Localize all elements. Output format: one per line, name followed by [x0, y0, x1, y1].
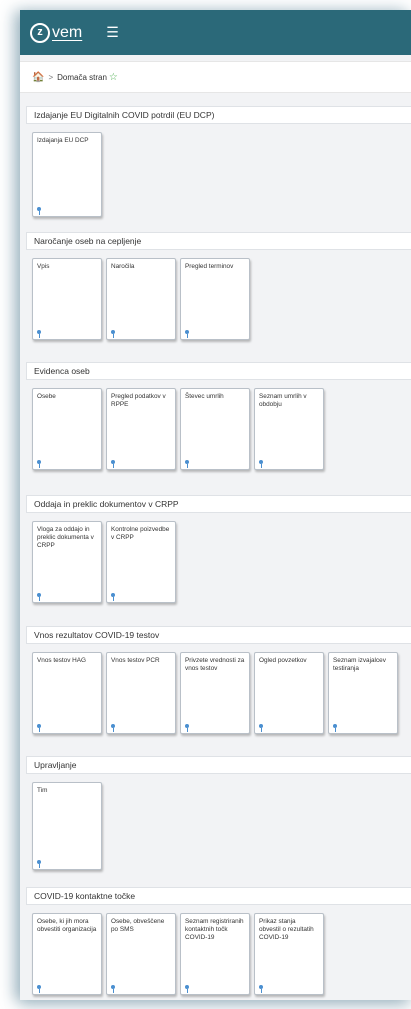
tile[interactable]: Tim	[32, 782, 102, 870]
tile-label: Vnos testov PCR	[111, 657, 160, 664]
tile-label: Vpis	[37, 263, 50, 270]
tile[interactable]: Naročila	[106, 258, 176, 340]
app-frame: z vem ☰ 🏠 > Domača stran ☆ Izdajanje EU …	[20, 10, 411, 1000]
hamburger-icon[interactable]: ☰	[106, 24, 119, 41]
pin-icon	[111, 460, 115, 468]
pin-icon	[185, 985, 189, 993]
section-eu-dcp: Izdajanje EU Digitalnih COVID potrdil (E…	[26, 106, 411, 217]
tile[interactable]: Pregled terminov	[180, 258, 250, 340]
tile-label: Tim	[37, 787, 48, 794]
tile-label: Izdajanja EU DCP	[37, 137, 89, 144]
pin-icon	[37, 985, 41, 993]
pin-icon	[185, 724, 189, 732]
tile-label: Pregled terminov	[185, 263, 234, 270]
tile-label: Privzete vrednosti za vnos testov	[185, 657, 245, 672]
breadcrumb: 🏠 > Domača stran ☆	[20, 61, 411, 93]
logo-mark: z	[30, 22, 50, 43]
tile[interactable]: Prikaz stanja obvestil o rezultatih COVI…	[254, 913, 324, 995]
tile-label: Vloga za oddajo in preklic dokumenta v C…	[37, 526, 94, 549]
pin-icon	[185, 460, 189, 468]
tile[interactable]: Vloga za oddajo in preklic dokumenta v C…	[32, 521, 102, 603]
tile-label: Osebe, obveščene po SMS	[111, 918, 165, 933]
zvem-logo[interactable]: z vem	[30, 22, 83, 43]
breadcrumb-separator: >	[48, 72, 54, 82]
pin-icon	[111, 724, 115, 732]
pin-icon	[37, 593, 41, 601]
pin-icon	[259, 985, 263, 993]
pin-icon	[37, 330, 41, 338]
top-bar: z vem ☰	[20, 10, 411, 55]
pin-icon	[333, 724, 337, 732]
home-icon[interactable]: 🏠	[32, 72, 44, 83]
tile-label: Vnos testov HAG	[37, 657, 87, 664]
tile[interactable]: Vpis	[32, 258, 102, 340]
tile-label: Osebe	[37, 393, 56, 400]
pin-icon	[111, 985, 115, 993]
tile-label: Seznam registriranih kontaktnih točk COV…	[185, 918, 244, 941]
tile-label: Naročila	[111, 263, 135, 270]
section-crpp: Oddaja in preklic dokumentov v CRPP Vlog…	[26, 495, 411, 603]
logo-text: vem	[52, 23, 83, 41]
tile[interactable]: Izdajanja EU DCP	[32, 132, 102, 217]
tile-label: Prikaz stanja obvestil o rezultatih COVI…	[259, 918, 314, 941]
pin-icon	[259, 724, 263, 732]
section-title: Upravljanje	[26, 756, 411, 774]
section-contact-points: COVID-19 kontaktne točke Osebe, ki jih m…	[26, 887, 411, 995]
tile[interactable]: Vnos testov HAG	[32, 652, 102, 734]
tile[interactable]: Ogled povzetkov	[254, 652, 324, 734]
pin-icon	[185, 330, 189, 338]
pin-icon	[37, 860, 41, 868]
section-title: COVID-19 kontaktne točke	[26, 887, 411, 905]
tile[interactable]: Seznam izvajalcev testiranja	[328, 652, 398, 734]
tile[interactable]: Kontrolne poizvedbe v CRPP	[106, 521, 176, 603]
pin-icon	[259, 460, 263, 468]
pin-icon	[111, 330, 115, 338]
section-evidenca: Evidenca oseb Osebe Pregled podatkov v R…	[26, 362, 411, 470]
tile[interactable]: Števec umrlih	[180, 388, 250, 470]
tile-label: Seznam umrlih v obdobju	[259, 393, 307, 408]
section-title: Naročanje oseb na cepljenje	[26, 232, 411, 250]
tile[interactable]: Osebe, obveščene po SMS	[106, 913, 176, 995]
tile[interactable]: Osebe, ki jih mora obvestiti organizacij…	[32, 913, 102, 995]
section-upravljanje: Upravljanje Tim	[26, 756, 411, 870]
tile-label: Seznam izvajalcev testiranja	[333, 657, 386, 672]
section-title: Izdajanje EU Digitalnih COVID potrdil (E…	[26, 106, 411, 124]
pin-icon	[37, 207, 41, 215]
breadcrumb-current: Domača stran	[57, 72, 107, 82]
tile-label: Kontrolne poizvedbe v CRPP	[111, 526, 170, 541]
tile[interactable]: Osebe	[32, 388, 102, 470]
tile-label: Pregled podatkov v RPPE	[111, 393, 166, 408]
tile[interactable]: Vnos testov PCR	[106, 652, 176, 734]
tile-label: Osebe, ki jih mora obvestiti organizacij…	[37, 918, 97, 933]
section-title: Oddaja in preklic dokumentov v CRPP	[26, 495, 411, 513]
tile[interactable]: Seznam umrlih v obdobju	[254, 388, 324, 470]
section-covid-tests: Vnos rezultatov COVID-19 testov Vnos tes…	[26, 626, 411, 734]
tile[interactable]: Privzete vrednosti za vnos testov	[180, 652, 250, 734]
pin-icon	[37, 724, 41, 732]
pin-icon	[37, 460, 41, 468]
tile-label: Ogled povzetkov	[259, 657, 307, 664]
tile[interactable]: Seznam registriranih kontaktnih točk COV…	[180, 913, 250, 995]
star-icon[interactable]: ☆	[109, 72, 118, 83]
section-title: Vnos rezultatov COVID-19 testov	[26, 626, 411, 644]
section-title: Evidenca oseb	[26, 362, 411, 380]
tile[interactable]: Pregled podatkov v RPPE	[106, 388, 176, 470]
section-narocanje: Naročanje oseb na cepljenje Vpis Naročil…	[26, 232, 411, 340]
tile-label: Števec umrlih	[185, 393, 224, 400]
pin-icon	[111, 593, 115, 601]
